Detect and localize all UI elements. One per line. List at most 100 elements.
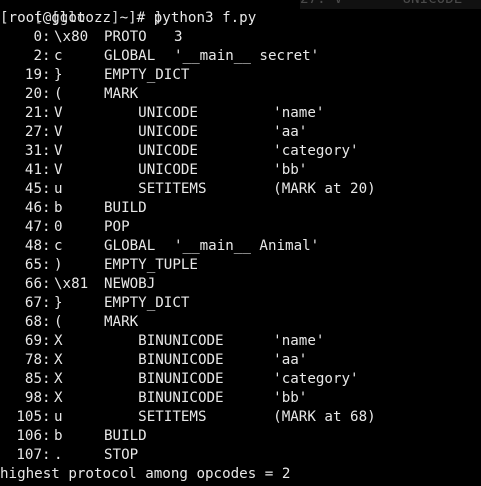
opcode-position: 0: [33, 29, 42, 45]
opcode-name: UNICODE: [138, 124, 198, 140]
opcode-argument: 'bb': [273, 390, 308, 406]
opcode-line: 20: (MARK: [0, 85, 481, 104]
opcode-argument: 'name': [273, 105, 325, 121]
opcode-separator: :: [42, 143, 60, 159]
opcode-position: 107: [16, 447, 42, 463]
opcode-name: UNICODE: [138, 105, 198, 121]
opcode-separator: :: [42, 200, 60, 216]
opcode-line: 85: X BINUNICODE 'category': [0, 370, 481, 389]
opcode-separator: :: [42, 105, 60, 121]
terminal-output: [root@glotozz ~]# python3 f.py 0: \x80 PR…: [0, 9, 481, 484]
opcode-line: 45: u SETITEMS (MARK at 20): [0, 180, 481, 199]
opcode-byte: b: [54, 200, 63, 216]
mark-indent: [104, 408, 138, 427]
opcode-position: 66: [24, 276, 42, 292]
opcode-line: 67: } EMPTY_DICT: [0, 294, 481, 313]
summary-line: highest protocol among opcodes = 2: [0, 466, 291, 482]
opcode-name: BINUNICODE: [138, 333, 224, 349]
opcode-line: 41: V UNICODE 'bb': [0, 161, 481, 180]
opcode-line: 78: X BINUNICODE 'aa': [0, 351, 481, 370]
opcode-separator: :: [42, 352, 60, 368]
opcode-line: 98: X BINUNICODE 'bb': [0, 389, 481, 408]
opcode-name: MARK: [104, 86, 139, 102]
opcode-name: BINUNICODE: [138, 390, 224, 406]
opcode-name: BUILD: [104, 428, 147, 444]
opcode-byte: X: [54, 371, 63, 387]
opcode-byte: }: [54, 295, 63, 311]
opcode-byte: c: [54, 238, 63, 254]
mark-indent: [104, 161, 138, 180]
opcode-separator: :: [42, 314, 60, 330]
opcode-byte: ): [54, 257, 63, 273]
opcode-line: 0: \x80 PROTO 3: [0, 28, 481, 47]
opcode-line: 19: } EMPTY_DICT: [0, 66, 481, 85]
mark-indent: [104, 351, 138, 370]
opcode-position: 45: [24, 181, 42, 197]
opcode-name: MARK: [104, 314, 139, 330]
opcode-name: EMPTY_DICT: [104, 67, 190, 83]
opcode-position: 68: [24, 314, 42, 330]
mark-indent: [104, 389, 138, 408]
opcode-line: 2: c GLOBAL '__main__ secret': [0, 47, 481, 66]
opcode-separator: :: [42, 238, 60, 254]
opcode-byte: X: [54, 390, 63, 406]
opcode-byte: V: [54, 124, 63, 140]
opcode-argument: '__main__ secret': [174, 48, 320, 64]
opcode-separator: :: [42, 447, 60, 463]
opcode-separator: :: [42, 333, 60, 349]
opcode-position: 106: [16, 428, 42, 444]
opcode-byte: V: [54, 105, 63, 121]
opcode-position: 2: [33, 48, 42, 64]
opcode-byte: X: [54, 333, 63, 349]
opcode-position: 78: [24, 352, 42, 368]
opcode-separator: :: [42, 295, 60, 311]
opcode-line: 65: ) EMPTY_TUPLE: [0, 256, 481, 275]
opcode-separator: :: [42, 29, 60, 45]
opcode-line: 106: b BUILD: [0, 427, 481, 446]
opcode-separator: :: [42, 86, 60, 102]
opcode-position: 105: [16, 409, 42, 425]
command-prompt-line: [root@glotozz ~]# python3 f.py: [0, 10, 257, 26]
opcode-byte: (: [54, 86, 63, 102]
opcode-byte: X: [54, 352, 63, 368]
opcode-position: 47: [24, 219, 42, 235]
opcode-byte: \x81: [54, 276, 89, 292]
opcode-name: NEWOBJ: [104, 276, 156, 292]
opcode-position: 27: [24, 124, 42, 140]
opcode-line: 31: V UNICODE 'category': [0, 142, 481, 161]
opcode-position: 48: [24, 238, 42, 254]
opcode-position: 85: [24, 371, 42, 387]
opcode-argument: 'name': [273, 333, 325, 349]
terminal-window[interactable]: [ [glo ] ] 27: V UNICODE [root@glotozz ~…: [0, 0, 481, 486]
opcode-separator: :: [42, 276, 60, 292]
opcode-line: 105: u SETITEMS (MARK at 68): [0, 408, 481, 427]
opcode-separator: :: [42, 409, 60, 425]
opcode-byte: u: [54, 409, 63, 425]
opcode-argument: (MARK at 20): [273, 181, 376, 197]
opcode-separator: :: [42, 219, 60, 235]
mark-indent: [104, 332, 138, 351]
opcode-separator: :: [42, 48, 60, 64]
opcode-position: 21: [24, 105, 42, 121]
opcode-position: 31: [24, 143, 42, 159]
opcode-position: 69: [24, 333, 42, 349]
opcode-name: BINUNICODE: [138, 371, 224, 387]
opcode-byte: 0: [54, 219, 63, 235]
opcode-name: BUILD: [104, 200, 147, 216]
opcode-position: 46: [24, 200, 42, 216]
opcode-position: 19: [24, 67, 42, 83]
opcode-position: 65: [24, 257, 42, 273]
opcode-line: 21: V UNICODE 'name': [0, 104, 481, 123]
opcode-name: SETITEMS: [138, 181, 207, 197]
opcode-argument: '__main__ Animal': [174, 238, 320, 254]
opcode-argument: 'category': [273, 143, 359, 159]
opcode-name: STOP: [104, 447, 139, 463]
opcode-name: BINUNICODE: [138, 352, 224, 368]
opcode-byte: (: [54, 314, 63, 330]
mark-indent: [104, 123, 138, 142]
opcode-separator: :: [42, 162, 60, 178]
opcode-byte: b: [54, 428, 63, 444]
opcode-separator: :: [42, 124, 60, 140]
opcode-position: 67: [24, 295, 42, 311]
opcode-position: 98: [24, 390, 42, 406]
